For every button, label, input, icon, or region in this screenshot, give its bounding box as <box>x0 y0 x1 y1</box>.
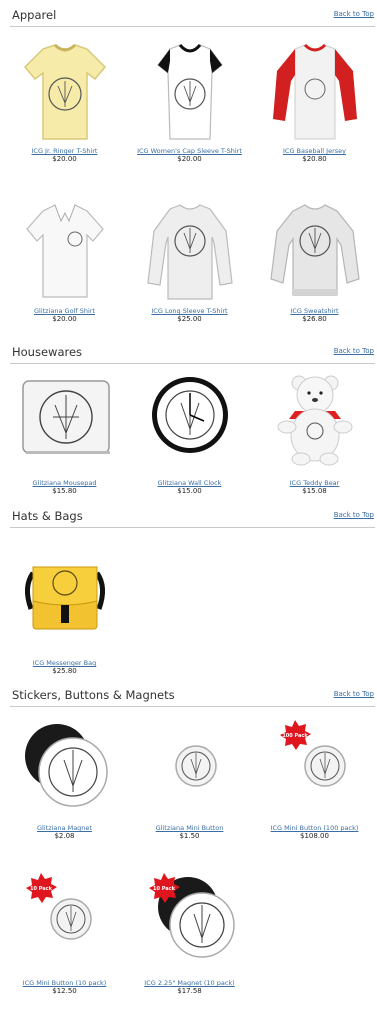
pack-badge-text: 10 Pack <box>153 886 176 892</box>
baseball-jersey-icon <box>272 43 357 140</box>
product-price: $15.00 <box>177 487 202 495</box>
product-image[interactable] <box>2 35 127 147</box>
pack-badge-text: 100 Pack <box>282 733 308 739</box>
product-price: $15.08 <box>302 487 327 495</box>
product-name-link[interactable]: Glitziana Mousepad <box>2 479 127 487</box>
product-price: $26.80 <box>302 315 327 323</box>
mini-button-pack-icon: 10 Pack <box>25 873 92 940</box>
teddy-bear-icon <box>277 375 352 466</box>
sweatshirt-icon <box>269 204 360 296</box>
product-image[interactable] <box>2 367 127 479</box>
section-title: Housewares <box>12 345 83 359</box>
product-name-link[interactable]: Glitziana Magnet <box>2 824 127 832</box>
section-title: Hats & Bags <box>12 509 83 523</box>
pack-badge-text: 10 Pack <box>30 886 53 892</box>
messenger-bag-icon <box>24 566 105 630</box>
product-name-link[interactable]: ICG Jr. Ringer T-Shirt <box>2 147 127 155</box>
product-image[interactable] <box>127 712 252 824</box>
product-image[interactable] <box>127 35 252 147</box>
product-price: $1.50 <box>179 832 200 840</box>
section-header-hats-bags: Hats & Bags Back to Top <box>0 507 377 529</box>
product-price: $2.08 <box>54 832 75 840</box>
product-card: ICG Long Sleeve T-Shirt $25.00 <box>127 195 252 323</box>
product-card: Glitziana Wall Clock $15.00 <box>127 367 252 495</box>
product-card: 10 Pack ICG 2.25" Magnet (10 pack) $17.5… <box>127 867 252 995</box>
back-to-top-link[interactable]: Back to Top <box>334 347 374 355</box>
product-card: 10 Pack ICG Mini Button (10 pack) $12.50 <box>2 867 127 995</box>
product-image[interactable] <box>252 367 377 479</box>
product-image[interactable] <box>252 195 377 307</box>
back-to-top-link[interactable]: Back to Top <box>334 690 374 698</box>
product-name-link[interactable]: ICG 2.25" Magnet (10 pack) <box>127 979 252 987</box>
product-image[interactable] <box>2 195 127 307</box>
mousepad-icon <box>21 380 110 454</box>
product-name-link[interactable]: ICG Teddy Bear <box>252 479 377 487</box>
product-price: $20.00 <box>177 155 202 163</box>
product-card: ICG Women's Cap Sleeve T-Shirt $20.00 <box>127 35 252 163</box>
section-header-housewares: Housewares Back to Top <box>0 343 377 365</box>
ringer-tshirt-icon <box>23 43 106 140</box>
long-sleeve-tshirt-icon <box>146 204 233 300</box>
product-card: ICG Sweatshirt $26.80 <box>252 195 377 323</box>
product-image[interactable]: 100 Pack <box>252 712 377 824</box>
section-divider <box>10 363 375 364</box>
product-name-link[interactable]: Glitziana Wall Clock <box>127 479 252 487</box>
back-to-top-link[interactable]: Back to Top <box>334 511 374 519</box>
product-image[interactable] <box>2 712 127 824</box>
product-card: Glitziana Mousepad $15.80 <box>2 367 127 495</box>
product-price: $20.00 <box>52 315 77 323</box>
section-divider <box>10 706 375 707</box>
mini-button-icon <box>174 745 217 787</box>
product-image[interactable] <box>127 195 252 307</box>
product-card: ICG Teddy Bear $15.08 <box>252 367 377 495</box>
magnet-pack-icon: 10 Pack <box>148 873 235 958</box>
product-price: $25.80 <box>52 667 77 675</box>
product-price: $15.80 <box>52 487 77 495</box>
product-name-link[interactable]: ICG Long Sleeve T-Shirt <box>127 307 252 315</box>
product-card: Glitziana Mini Button $1.50 <box>127 712 252 840</box>
wall-clock-icon <box>151 377 228 453</box>
product-name-link[interactable]: ICG Mini Button (100 pack) <box>252 824 377 832</box>
product-image[interactable] <box>252 35 377 147</box>
product-card: 100 Pack ICG Mini Button (100 pack) $108… <box>252 712 377 840</box>
product-name-link[interactable]: Glitziana Mini Button <box>127 824 252 832</box>
product-image[interactable]: 10 Pack <box>127 867 252 979</box>
section-header-apparel: Apparel Back to Top <box>0 6 377 28</box>
mini-button-pack-icon: 100 Pack <box>279 720 346 787</box>
section-title: Apparel <box>12 8 57 22</box>
product-price: $25.00 <box>177 315 202 323</box>
product-image[interactable] <box>2 547 127 659</box>
product-card: Glitziana Golf Shirt $20.00 <box>2 195 127 323</box>
golf-shirt-icon <box>25 204 104 298</box>
section-divider <box>10 527 375 528</box>
product-card: Glitziana Magnet $2.08 <box>2 712 127 840</box>
product-price: $17.58 <box>177 987 202 995</box>
product-name-link[interactable]: ICG Messenger Bag <box>2 659 127 667</box>
section-divider <box>10 26 375 27</box>
product-name-link[interactable]: ICG Women's Cap Sleeve T-Shirt <box>127 147 252 155</box>
magnet-icon <box>24 724 108 807</box>
back-to-top-link[interactable]: Back to Top <box>334 10 374 18</box>
product-name-link[interactable]: ICG Baseball Jersey <box>252 147 377 155</box>
product-name-link[interactable]: ICG Sweatshirt <box>252 307 377 315</box>
product-card: ICG Jr. Ringer T-Shirt $20.00 <box>2 35 127 163</box>
section-title: Stickers, Buttons & Magnets <box>12 688 175 702</box>
product-image[interactable]: 10 Pack <box>2 867 127 979</box>
product-price: $20.80 <box>302 155 327 163</box>
cap-sleeve-tshirt-icon <box>156 43 223 140</box>
product-price: $12.50 <box>52 987 77 995</box>
product-price: $108.00 <box>300 832 329 840</box>
section-header-stickers: Stickers, Buttons & Magnets Back to Top <box>0 686 377 708</box>
product-price: $20.00 <box>52 155 77 163</box>
product-name-link[interactable]: Glitziana Golf Shirt <box>2 307 127 315</box>
product-name-link[interactable]: ICG Mini Button (10 pack) <box>2 979 127 987</box>
product-card: ICG Messenger Bag $25.80 <box>2 547 127 675</box>
product-card: ICG Baseball Jersey $20.80 <box>252 35 377 163</box>
product-image[interactable] <box>127 367 252 479</box>
